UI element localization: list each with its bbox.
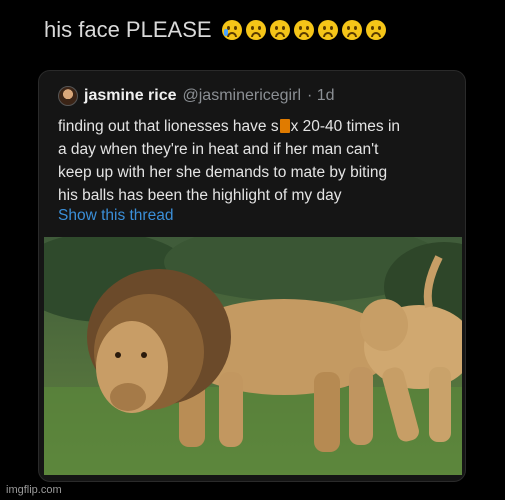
tweet-header: jasmine rice @jasminericegirl · 1d (58, 85, 335, 107)
tweet-line: his balls has been the highlight of my d… (58, 187, 342, 204)
emoji-row (221, 20, 386, 40)
tweet-line: a day when they're in heat and if her ma… (58, 141, 379, 158)
imgflip-watermark: imgflip.com (6, 484, 62, 496)
frowning-face-icon (317, 20, 338, 40)
tweet-line: keep up with her she demands to mate by … (58, 164, 388, 181)
censor-block-icon (279, 119, 290, 133)
lion-photo-illustration (44, 237, 462, 475)
show-thread-link[interactable]: Show this thread (58, 207, 173, 225)
author-name[interactable]: jasmine rice (84, 87, 177, 105)
caption-text: his face PLEASE (44, 17, 212, 42)
meme-caption: his face PLEASE (44, 14, 386, 46)
frowning-face-icon (293, 20, 314, 40)
avatar[interactable] (58, 86, 78, 106)
frowning-face-icon (341, 20, 362, 40)
loudly-crying-face-icon (221, 20, 242, 40)
frowning-face-icon (269, 20, 290, 40)
tweet-photo[interactable] (44, 237, 462, 475)
tweet-line: finding out that lionesses have sx 20-40… (58, 118, 401, 135)
tweet-card[interactable]: jasmine rice @jasminericegirl · 1d findi… (38, 70, 466, 482)
author-handle[interactable]: @jasminericegirl (183, 87, 302, 105)
tweet-time: · 1d (307, 87, 335, 104)
frowning-face-icon (245, 20, 266, 40)
frowning-face-icon (365, 20, 386, 40)
tweet-body: finding out that lionesses have sx 20-40… (58, 115, 458, 207)
